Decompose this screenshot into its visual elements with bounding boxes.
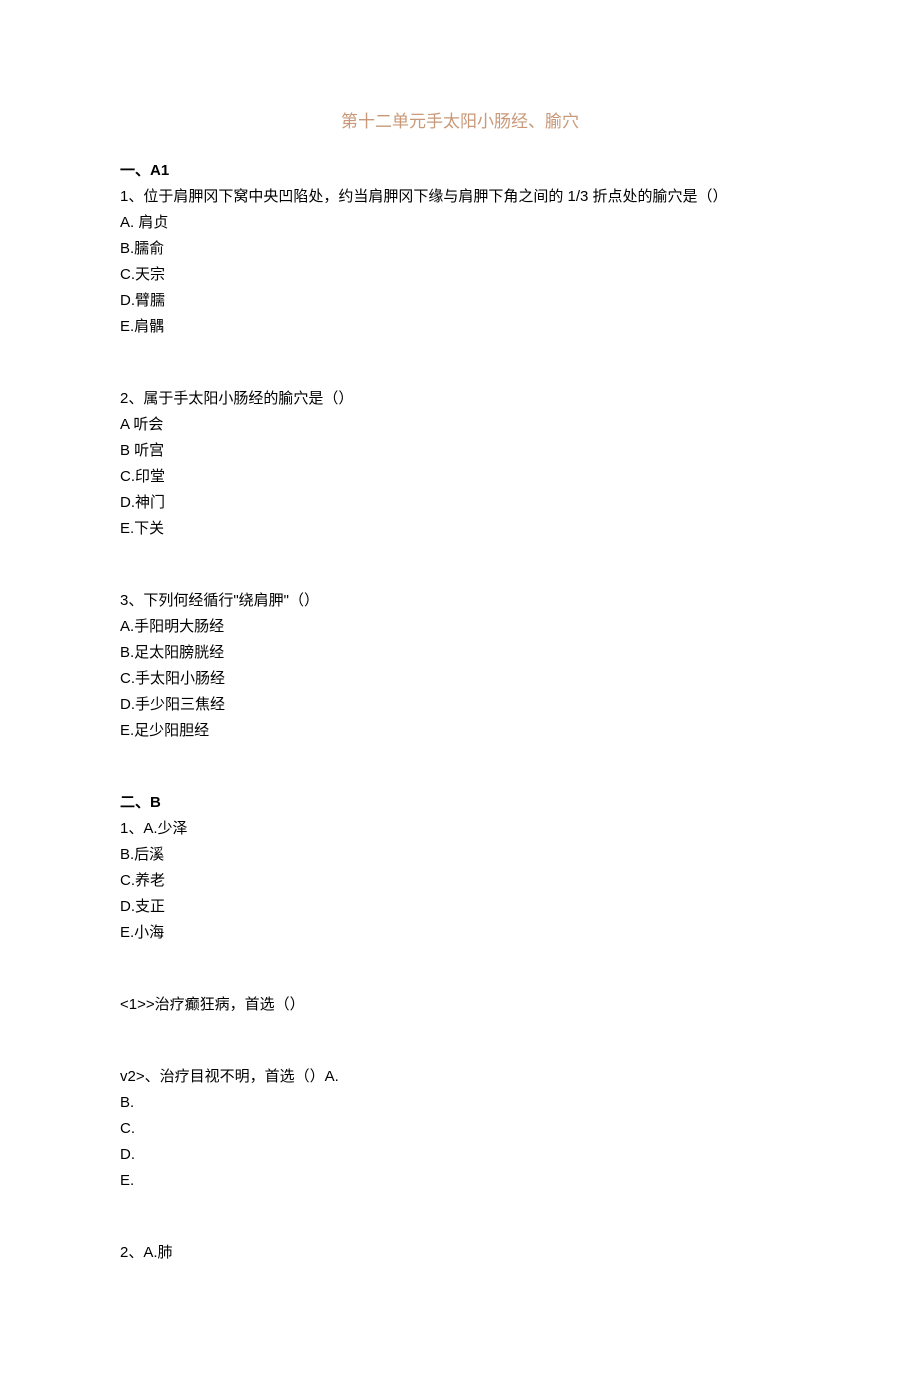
option-d: D. xyxy=(120,1143,800,1167)
question-text: 2、属于手太阳小肠经的腧穴是（） xyxy=(120,387,800,411)
option-e: E. xyxy=(120,1169,800,1193)
sub-question-text: v2>、治疗目视不明，首选（）A. xyxy=(120,1065,800,1089)
option-b: B 听宫 xyxy=(120,439,800,463)
option-c: C.手太阳小肠经 xyxy=(120,667,800,691)
option-a: A. 肩贞 xyxy=(120,211,800,235)
option-b: B. xyxy=(120,1091,800,1115)
section-b-header: 二、B xyxy=(120,791,800,815)
option-d: D.神门 xyxy=(120,491,800,515)
option-e: E.肩髃 xyxy=(120,315,800,339)
question-block: 1、位于肩胛冈下窝中央凹陷处，约当肩胛冈下缘与肩胛下角之间的 1/3 折点处的腧… xyxy=(120,185,800,339)
option-c: C. xyxy=(120,1117,800,1141)
option-b: B.臑俞 xyxy=(120,237,800,261)
option-c: C.天宗 xyxy=(120,263,800,287)
question-text: 3、下列何经循行"绕肩胛"（） xyxy=(120,589,800,613)
option-d: D.支正 xyxy=(120,895,800,919)
question-block: 2、属于手太阳小肠经的腧穴是（） A 听会 B 听宫 C.印堂 D.神门 E.下… xyxy=(120,387,800,541)
option-e: E.小海 xyxy=(120,921,800,945)
sub-question-text: <1>>治疗癫狂病，首选（） xyxy=(120,993,800,1017)
option-d: D.臂臑 xyxy=(120,289,800,313)
option-a: A.手阳明大肠经 xyxy=(120,615,800,639)
section-a-header: 一、A1 xyxy=(120,159,800,183)
option-b: B.后溪 xyxy=(120,843,800,867)
question-text: 1、位于肩胛冈下窝中央凹陷处，约当肩胛冈下缘与肩胛下角之间的 1/3 折点处的腧… xyxy=(120,185,800,209)
question-block: 1、A.少泽 B.后溪 C.养老 D.支正 E.小海 xyxy=(120,817,800,945)
sub-question: v2>、治疗目视不明，首选（）A. B. C. D. E. xyxy=(120,1065,800,1193)
option-a: A 听会 xyxy=(120,413,800,437)
option-e: E.下关 xyxy=(120,517,800,541)
page-title: 第十二单元手太阳小肠经、腧穴 xyxy=(120,108,800,135)
question-text: 2、A.肺 xyxy=(120,1241,800,1265)
option-c: C.养老 xyxy=(120,869,800,893)
question-block: 3、下列何经循行"绕肩胛"（） A.手阳明大肠经 B.足太阳膀胱经 C.手太阳小… xyxy=(120,589,800,743)
question-block: 2、A.肺 xyxy=(120,1241,800,1265)
option-b: B.足太阳膀胱经 xyxy=(120,641,800,665)
option-e: E.足少阳胆经 xyxy=(120,719,800,743)
option-d: D.手少阳三焦经 xyxy=(120,693,800,717)
sub-question: <1>>治疗癫狂病，首选（） xyxy=(120,993,800,1017)
option-c: C.印堂 xyxy=(120,465,800,489)
question-text: 1、A.少泽 xyxy=(120,817,800,841)
